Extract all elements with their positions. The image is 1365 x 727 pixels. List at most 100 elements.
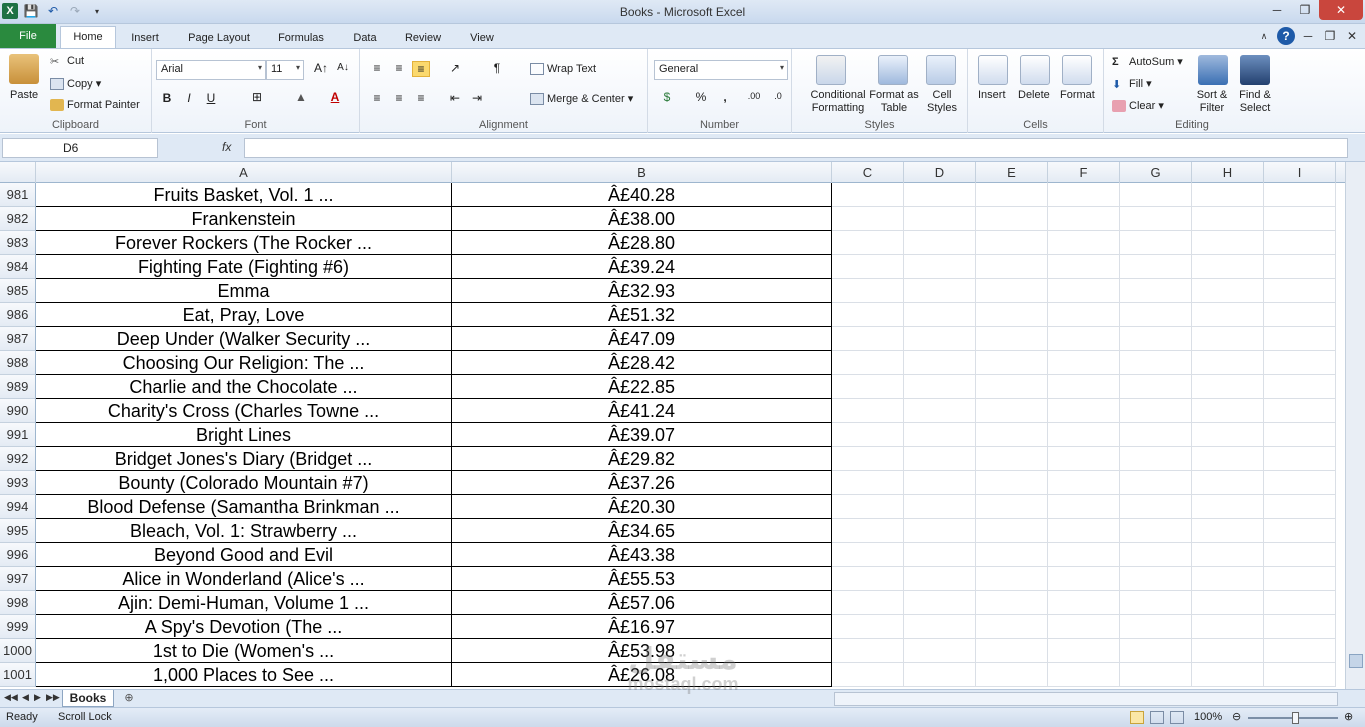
cell-title[interactable]: 1,000 Places to See ... — [36, 663, 452, 687]
empty-cell[interactable] — [1264, 663, 1336, 687]
cell-title[interactable]: Bright Lines — [36, 423, 452, 447]
empty-cell[interactable] — [1120, 663, 1192, 687]
tab-page-layout[interactable]: Page Layout — [180, 28, 258, 48]
empty-cell[interactable] — [1192, 183, 1264, 207]
empty-cell[interactable] — [1264, 423, 1336, 447]
empty-cell[interactable] — [832, 471, 904, 495]
empty-cell[interactable] — [904, 399, 976, 423]
empty-cell[interactable] — [976, 543, 1048, 567]
merge-center-button[interactable]: Merge & Center ▾ — [530, 92, 633, 106]
cell-styles-button[interactable]: Cell Styles — [922, 89, 962, 115]
cell-title[interactable]: Fighting Fate (Fighting #6) — [36, 255, 452, 279]
empty-cell[interactable] — [832, 663, 904, 687]
empty-cell[interactable] — [1192, 303, 1264, 327]
empty-cell[interactable] — [1048, 399, 1120, 423]
workbook-restore-icon[interactable]: ❐ — [1321, 27, 1339, 45]
minimize-ribbon-icon[interactable]: ∧ — [1255, 27, 1273, 45]
empty-cell[interactable] — [1192, 663, 1264, 687]
empty-cell[interactable] — [976, 279, 1048, 303]
empty-cell[interactable] — [976, 663, 1048, 687]
empty-cell[interactable] — [976, 183, 1048, 207]
empty-cell[interactable] — [1048, 567, 1120, 591]
empty-cell[interactable] — [1192, 231, 1264, 255]
empty-cell[interactable] — [1120, 375, 1192, 399]
cell-title[interactable]: 1st to Die (Women's ... — [36, 639, 452, 663]
copy-button[interactable]: Copy ▾ — [50, 77, 101, 91]
tab-file[interactable]: File — [0, 24, 56, 48]
empty-cell[interactable] — [1192, 423, 1264, 447]
row-header[interactable]: 991 — [0, 423, 36, 447]
empty-cell[interactable] — [1264, 207, 1336, 231]
empty-cell[interactable] — [1048, 639, 1120, 663]
row-header[interactable]: 1000 — [0, 639, 36, 663]
empty-cell[interactable] — [1264, 615, 1336, 639]
empty-cell[interactable] — [832, 639, 904, 663]
empty-cell[interactable] — [1048, 447, 1120, 471]
empty-cell[interactable] — [832, 495, 904, 519]
empty-cell[interactable] — [1048, 615, 1120, 639]
empty-cell[interactable] — [1264, 639, 1336, 663]
empty-cell[interactable] — [976, 639, 1048, 663]
minimize-button[interactable]: ─ — [1263, 0, 1291, 20]
align-center-icon[interactable]: ≡ — [390, 91, 408, 105]
empty-cell[interactable] — [832, 423, 904, 447]
empty-cell[interactable] — [1192, 591, 1264, 615]
empty-cell[interactable] — [832, 231, 904, 255]
empty-cell[interactable] — [1120, 303, 1192, 327]
empty-cell[interactable] — [1192, 327, 1264, 351]
empty-cell[interactable] — [1264, 471, 1336, 495]
empty-cell[interactable] — [976, 255, 1048, 279]
empty-cell[interactable] — [1120, 207, 1192, 231]
fill-button[interactable]: ⬇ Fill ▾ — [1112, 77, 1152, 91]
cell-price[interactable]: Â£43.38 — [452, 543, 832, 567]
empty-cell[interactable] — [1192, 351, 1264, 375]
cell-price[interactable]: Â£55.53 — [452, 567, 832, 591]
empty-cell[interactable] — [976, 423, 1048, 447]
empty-cell[interactable] — [1264, 375, 1336, 399]
row-header[interactable]: 989 — [0, 375, 36, 399]
number-format-select[interactable]: General ▾ — [654, 60, 788, 80]
row-header[interactable]: 981 — [0, 183, 36, 207]
empty-cell[interactable] — [1192, 567, 1264, 591]
empty-cell[interactable] — [976, 327, 1048, 351]
cell-price[interactable]: Â£16.97 — [452, 615, 832, 639]
empty-cell[interactable] — [1264, 543, 1336, 567]
row-header[interactable]: 993 — [0, 471, 36, 495]
empty-cell[interactable] — [1192, 519, 1264, 543]
empty-cell[interactable] — [1264, 327, 1336, 351]
empty-cell[interactable] — [1120, 567, 1192, 591]
empty-cell[interactable] — [832, 207, 904, 231]
empty-cell[interactable] — [904, 375, 976, 399]
empty-cell[interactable] — [1048, 495, 1120, 519]
decrease-indent-icon[interactable]: ⇤ — [446, 91, 464, 105]
insert-cells-icon[interactable] — [978, 55, 1008, 85]
empty-cell[interactable] — [1120, 639, 1192, 663]
empty-cell[interactable] — [904, 519, 976, 543]
underline-button[interactable]: U — [202, 91, 220, 105]
row-header[interactable]: 997 — [0, 567, 36, 591]
zoom-out-icon[interactable]: ⊖ — [1232, 710, 1241, 723]
empty-cell[interactable] — [832, 351, 904, 375]
cell-title[interactable]: Ajin: Demi-Human, Volume 1 ... — [36, 591, 452, 615]
normal-view-icon[interactable] — [1130, 711, 1144, 724]
empty-cell[interactable] — [1264, 351, 1336, 375]
empty-cell[interactable] — [1048, 471, 1120, 495]
empty-cell[interactable] — [1264, 231, 1336, 255]
align-middle-icon[interactable]: ≡ — [390, 61, 408, 75]
empty-cell[interactable] — [1120, 447, 1192, 471]
accounting-format-icon[interactable]: $ — [658, 90, 676, 104]
wrap-text-button[interactable]: Wrap Text — [530, 63, 596, 76]
empty-cell[interactable] — [904, 543, 976, 567]
empty-cell[interactable] — [1264, 567, 1336, 591]
grow-font-icon[interactable]: A↑ — [312, 61, 330, 75]
row-header[interactable]: 998 — [0, 591, 36, 615]
empty-cell[interactable] — [976, 231, 1048, 255]
percent-style-icon[interactable]: % — [692, 90, 710, 104]
column-header-a[interactable]: A — [36, 162, 452, 183]
sort-filter-button[interactable]: Sort & Filter — [1192, 89, 1232, 115]
cell-price[interactable]: Â£28.80 — [452, 231, 832, 255]
empty-cell[interactable] — [976, 591, 1048, 615]
empty-cell[interactable] — [832, 279, 904, 303]
empty-cell[interactable] — [1264, 399, 1336, 423]
conditional-formatting-icon[interactable] — [816, 55, 846, 85]
